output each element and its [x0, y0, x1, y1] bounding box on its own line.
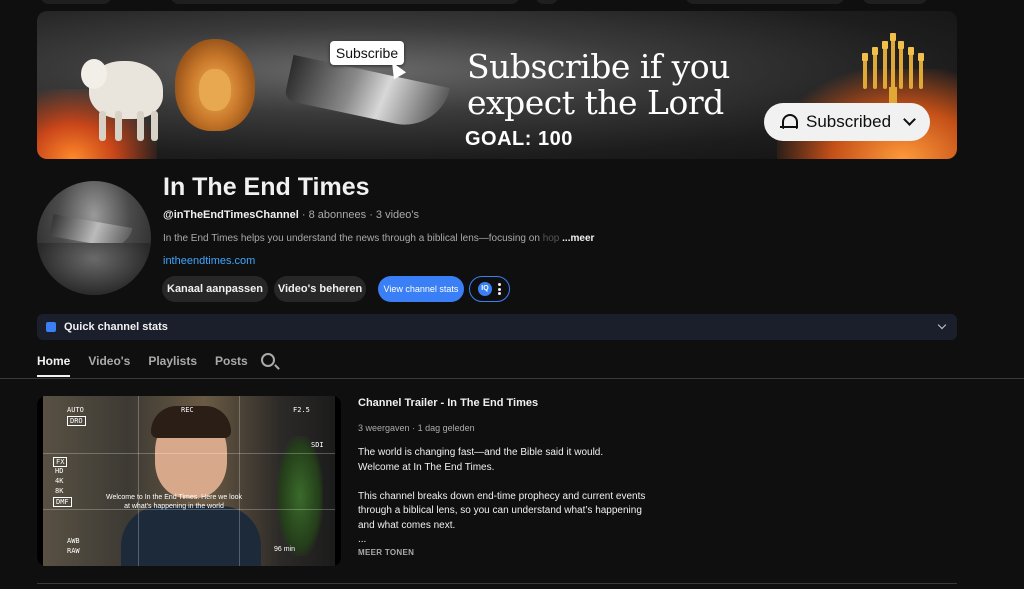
vidiq-options-button[interactable]: IQ	[469, 276, 510, 302]
channel-website-link[interactable]: intheendtimes.com	[163, 255, 255, 267]
trailer-age: 1 dag geleden	[417, 423, 475, 433]
vidiq-icon: IQ	[478, 282, 492, 296]
show-more-button[interactable]: MEER TONEN	[358, 548, 414, 557]
tab-videos[interactable]: Video's	[88, 349, 130, 377]
trailer-title[interactable]: Channel Trailer - In The End Times	[358, 397, 538, 409]
tab-playlists[interactable]: Playlists	[148, 349, 197, 377]
chevron-down-icon	[937, 320, 947, 330]
lamb-leg	[99, 111, 106, 141]
description-fade: hop	[542, 233, 560, 244]
tab-home[interactable]: Home	[37, 349, 71, 377]
cam-4k-label: 4K	[55, 477, 64, 485]
channel-banner: Subscribe Subscribe if you expect the Lo…	[37, 11, 957, 159]
bell-icon	[780, 113, 798, 131]
search-icon[interactable]	[261, 353, 275, 367]
meta-separator: ·	[301, 209, 306, 221]
lamb-leg	[151, 111, 158, 141]
customize-channel-button[interactable]: Kanaal aanpassen	[162, 276, 268, 302]
video-count: 3 video's	[375, 209, 419, 221]
subscribed-button[interactable]: Subscribed	[764, 103, 930, 141]
cam-dro-label: DRO	[67, 416, 86, 426]
avatar-clouds	[37, 243, 151, 295]
channel-description[interactable]: In the End Times helps you understand th…	[163, 233, 603, 244]
description-more-link[interactable]: ...meer	[562, 233, 594, 244]
banner-goal: GOAL: 100	[465, 128, 573, 150]
channel-avatar[interactable]	[37, 181, 151, 295]
trailer-views: 3 weergaven	[358, 423, 410, 433]
trailer-desc-line: This channel breaks down end-time prophe…	[358, 490, 646, 531]
top-pill[interactable]	[40, 0, 112, 4]
subscriber-count: 8 abonnees	[308, 209, 367, 221]
channel-tabs: Home Video's Playlists Posts	[37, 349, 248, 379]
channel-handle: @inTheEndTimesChannel	[163, 209, 299, 221]
cam-8k-label: 8K	[55, 487, 64, 495]
banner-tagline: Subscribe if you expect the Lord	[467, 47, 730, 122]
youtube-channel-page: Subscribe Subscribe if you expect the Lo…	[0, 0, 1024, 589]
tabs-divider	[0, 378, 1024, 379]
cam-sdi-label: SDI	[311, 441, 324, 449]
subscribed-label: Subscribed	[806, 112, 892, 131]
vidiq-stats-icon	[46, 322, 56, 332]
quick-stats-label: Quick channel stats	[64, 321, 168, 333]
quick-channel-stats-bar[interactable]: Quick channel stats	[37, 314, 957, 340]
presenter-shirt	[121, 506, 261, 566]
chevron-down-icon	[903, 113, 916, 126]
shofar-horn-illustration	[283, 54, 451, 134]
section-divider	[37, 583, 957, 584]
lamb-leg	[115, 111, 122, 141]
meta-separator: ·	[369, 209, 373, 221]
cam-dmf-label: DMF	[53, 497, 72, 507]
trailer-caption: Welcome to In the End Times. Here we loo…	[105, 494, 243, 510]
manage-videos-button[interactable]: Video's beheren	[274, 276, 366, 302]
view-channel-stats-button[interactable]: View channel stats	[378, 276, 464, 302]
more-vert-icon	[498, 283, 501, 295]
trailer-description: The world is changing fast—and the Bible…	[358, 446, 658, 548]
menorah-icon	[859, 33, 927, 109]
lion-illustration	[175, 39, 255, 131]
cam-rec-label: REC	[181, 406, 194, 414]
plant-background	[277, 436, 323, 556]
cam-aperture-label: F2.5	[293, 406, 310, 414]
trailer-thumbnail[interactable]: AUTO DRO REC F2.5 SDI FX HD 4K 8K DMF AW…	[37, 396, 341, 566]
description-text: In the End Times helps you understand th…	[163, 233, 543, 244]
top-search-pill[interactable]	[170, 0, 520, 4]
top-pill-right[interactable]	[685, 0, 845, 4]
top-bar-remnant	[0, 0, 1024, 6]
cam-hd-label: HD	[55, 467, 64, 475]
top-icon-pill[interactable]	[535, 0, 559, 4]
cam-fx-label: FX	[53, 457, 68, 467]
cam-auto-label: AUTO	[67, 406, 84, 414]
cam-raw-label: RAW	[67, 547, 80, 555]
meta-separator: ·	[412, 423, 416, 433]
top-pill-far-right[interactable]	[862, 0, 928, 4]
cam-awb-label: AWB	[67, 537, 80, 545]
battery-indicator: 96 min	[274, 546, 296, 553]
tab-posts[interactable]: Posts	[215, 349, 248, 377]
channel-title: In The End Times	[163, 173, 370, 201]
channel-meta: @inTheEndTimesChannel · 8 abonnees · 3 v…	[163, 209, 419, 221]
trailer-desc-ellipsis: ...	[358, 534, 367, 545]
trailer-meta: 3 weergaven · 1 dag geleden	[358, 423, 475, 433]
trailer-desc-line: Welcome at In The End Times.	[358, 461, 495, 473]
trailer-desc-line: The world is changing fast—and the Bible…	[358, 447, 604, 458]
lamb-leg	[137, 111, 144, 141]
